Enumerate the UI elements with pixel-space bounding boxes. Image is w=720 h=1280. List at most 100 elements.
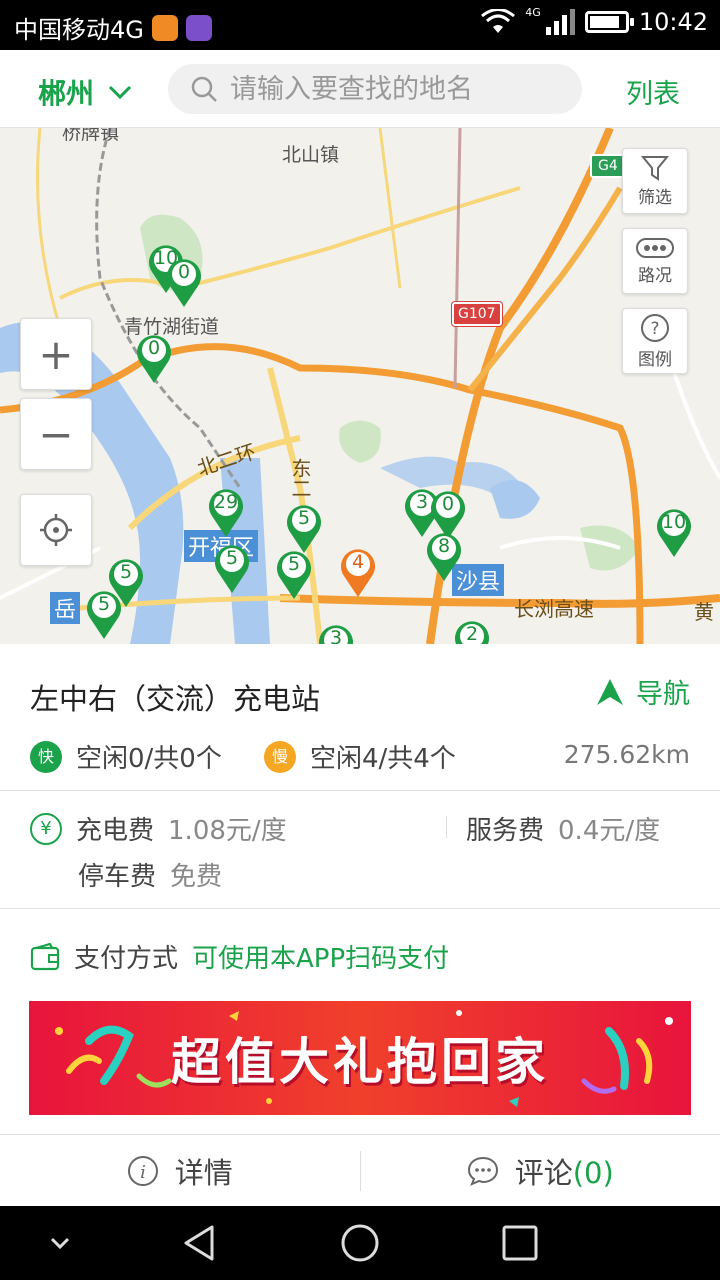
chevron-down-icon (108, 85, 132, 100)
clock: 10:42 (638, 8, 708, 36)
zoom-out-button[interactable]: − (20, 398, 92, 470)
system-nav-bar (0, 1206, 720, 1280)
yen-icon: ¥ (30, 812, 62, 845)
home-icon[interactable] (340, 1223, 380, 1263)
app-notification-icon (151, 14, 178, 41)
payment-value: 可使用本APP扫码支付 (192, 944, 450, 974)
legend-button[interactable]: ? 图例 (622, 308, 688, 374)
map-label-town-topleft: 桥牌镇 (62, 128, 120, 144)
station-pin[interactable]: 29 (206, 486, 246, 538)
pin-count: 3 (329, 627, 343, 644)
promo-banner-text: 超值大礼抱回家 (171, 1033, 549, 1091)
gallery-notification-icon (185, 14, 212, 41)
station-pin[interactable]: 0 (164, 256, 204, 308)
navigate-button[interactable]: 导航 (596, 672, 690, 711)
question-icon: ? (641, 313, 669, 342)
zoom-in-button[interactable]: + (20, 318, 92, 390)
search-input[interactable] (230, 73, 570, 105)
pin-count: 10 (661, 511, 687, 533)
comment-icon (467, 1156, 498, 1186)
slow-charge-status: 空闲4/共4个 (310, 744, 456, 774)
top-header: 郴州 列表 (0, 50, 720, 128)
info-icon: i (127, 1155, 158, 1186)
map-label-huang: 黄 (694, 600, 714, 624)
pin-count: 4 (351, 551, 365, 573)
charge-fee-label: 充电费 (76, 816, 155, 846)
tab-details[interactable]: i 详情 (0, 1135, 360, 1206)
pin-count: 5 (97, 593, 111, 615)
fast-charge-badge: 快 (30, 740, 62, 773)
station-pin[interactable]: 5 (84, 588, 124, 640)
station-pin[interactable]: 8 (424, 530, 464, 582)
map-label-g107: G107 (452, 302, 502, 326)
back-icon[interactable] (180, 1223, 220, 1263)
map-label-expressway: 长浏高速 (514, 597, 594, 621)
carrier-label: 中国移动4G (14, 16, 144, 44)
pin-count: 0 (177, 261, 191, 283)
battery-icon (584, 11, 634, 33)
station-pin[interactable]: 3 (316, 622, 356, 644)
map-label-east: 东二 (288, 458, 312, 498)
tab-comments[interactable]: 评论(0) (361, 1135, 720, 1206)
pin-count: 0 (147, 337, 161, 359)
city-selector[interactable]: 郴州 (38, 72, 132, 112)
crosshair-icon (40, 514, 72, 546)
station-pin[interactable]: 0 (134, 332, 174, 384)
parking-fee-label: 停车费 (78, 862, 157, 892)
map-label-yue: 岳 (50, 592, 81, 624)
tab-details-label: 详情 (174, 1155, 233, 1190)
station-pin[interactable]: 5 (284, 502, 324, 554)
traffic-button[interactable]: 路况 (622, 228, 688, 294)
divider (0, 790, 720, 791)
distance: 275.62km (563, 740, 690, 769)
locate-button[interactable] (20, 494, 92, 566)
filter-icon (641, 155, 669, 181)
station-pin[interactable]: 10 (654, 506, 694, 558)
traffic-icon (636, 237, 674, 258)
station-pin[interactable]: 2 (452, 618, 492, 644)
map-label-g4: G4 (590, 154, 626, 178)
list-button[interactable]: 列表 (626, 72, 680, 111)
tab-comments-label: 评论 (514, 1155, 573, 1190)
collapse-icon[interactable] (40, 1223, 80, 1263)
charge-fee-row: ¥ 充电费 1.08元/度 (30, 810, 287, 847)
station-pin[interactable]: 5 (274, 548, 314, 600)
search-box[interactable] (168, 64, 582, 114)
service-fee-value: 0.4元/度 (558, 816, 661, 846)
promo-banner[interactable]: 超值大礼抱回家 (29, 1001, 691, 1115)
pin-count: 5 (119, 561, 133, 583)
charger-status-row: 快 空闲0/共0个 慢 空闲4/共4个 275.62km (30, 738, 690, 774)
map-label-town-top: 北山镇 (282, 144, 340, 166)
station-name: 左中右（交流）充电站 (30, 682, 321, 716)
pin-count: 2 (465, 623, 479, 644)
fast-charge-status: 空闲0/共0个 (76, 744, 222, 774)
pin-count: 5 (287, 553, 301, 575)
pin-count: 0 (441, 493, 455, 515)
station-pin[interactable]: 4 (338, 546, 378, 598)
svg-text:i: i (140, 1162, 146, 1183)
fee-separator (446, 816, 447, 838)
map-view[interactable]: 桥牌镇 北山镇 青竹湖街道 北二环 东二 开福区 沙县 岳 长浏高速 黄 G10… (0, 128, 720, 644)
svg-text:?: ? (650, 319, 659, 339)
status-bar: 中国移动4G 4G 10:42 (0, 0, 720, 50)
payment-row: 支付方式 可使用本APP扫码支付 (30, 938, 449, 975)
payment-label: 支付方式 (74, 944, 179, 974)
charge-fee-value: 1.08元/度 (168, 816, 287, 846)
filter-button[interactable]: 筛选 (622, 148, 688, 214)
filter-label: 筛选 (638, 187, 672, 208)
comment-count: (0) (572, 1155, 614, 1190)
legend-label: 图例 (638, 349, 672, 370)
service-fee-label: 服务费 (466, 816, 545, 846)
station-pin[interactable]: 5 (212, 542, 252, 594)
wifi-icon (481, 9, 516, 33)
divider (0, 908, 720, 909)
signal-icon (545, 9, 575, 35)
pin-count: 5 (297, 507, 311, 529)
navigation-arrow-icon (597, 678, 623, 705)
wallet-icon (30, 942, 60, 970)
recents-icon[interactable] (500, 1223, 540, 1263)
parking-fee-row: 停车费 免费 (78, 856, 222, 893)
bottom-tabs: i 详情 评论(0) (0, 1134, 720, 1206)
pin-count: 8 (437, 535, 451, 557)
search-icon (191, 76, 217, 102)
